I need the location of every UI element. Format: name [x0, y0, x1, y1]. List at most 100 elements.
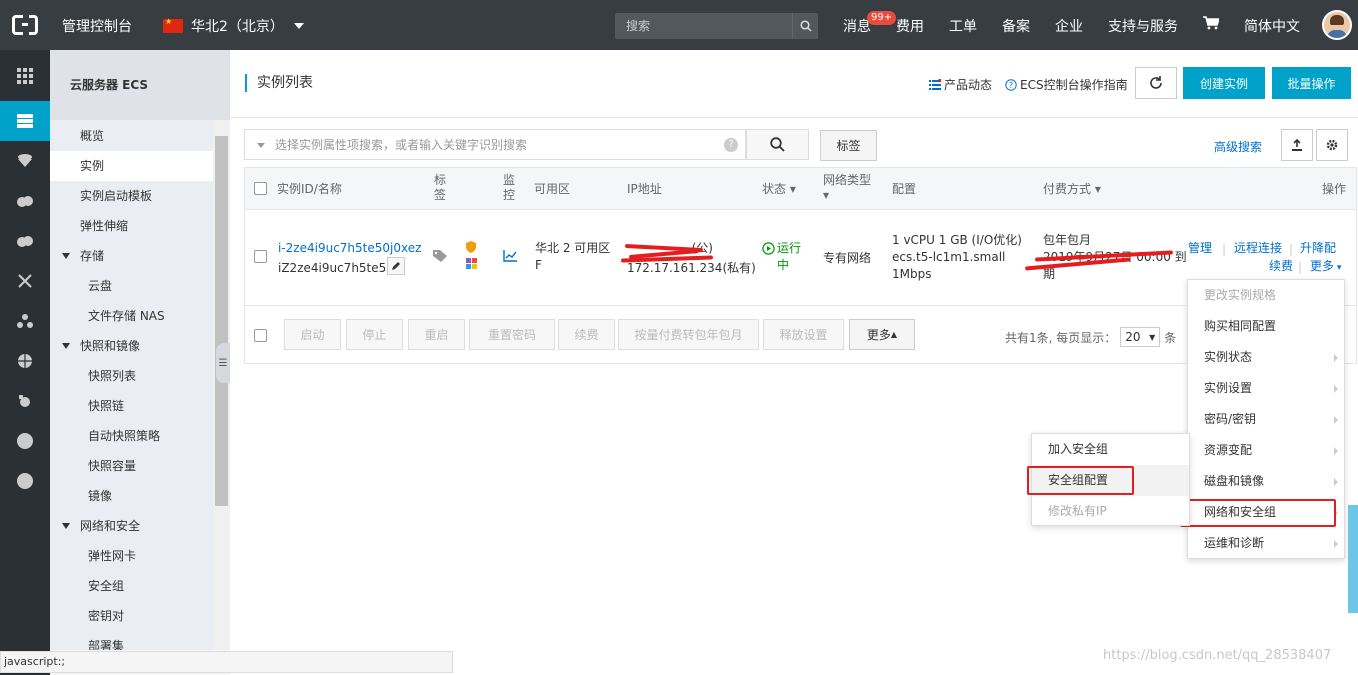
advanced-search-link[interactable]: 高级搜索: [1214, 138, 1262, 155]
remote-connect-link[interactable]: 远程连接: [1234, 240, 1282, 257]
puzzle-icon[interactable]: [465, 257, 479, 274]
tickets-link[interactable]: 工单: [949, 16, 977, 36]
region-selector[interactable]: 华北2（北京）: [163, 16, 304, 36]
network-icon[interactable]: [0, 261, 50, 301]
settings-button[interactable]: [1316, 129, 1348, 161]
cart-icon[interactable]: [1203, 16, 1221, 36]
col-billing[interactable]: 付费方式 ▾: [1043, 182, 1101, 197]
menu-item-auto-snapshot[interactable]: 自动快照策略: [50, 421, 213, 451]
product-news-link[interactable]: 产品动态: [929, 76, 992, 93]
menu-item-security-groups[interactable]: 安全组: [50, 571, 213, 601]
fees-link[interactable]: 费用: [896, 16, 924, 36]
tag-icon[interactable]: [433, 250, 447, 265]
circle-icon[interactable]: [0, 461, 50, 501]
menu-item-instances[interactable]: 实例: [50, 151, 213, 181]
export-button[interactable]: [1281, 129, 1313, 161]
help-icon[interactable]: ?: [724, 138, 738, 152]
more-actions-link[interactable]: 更多 ▾: [1310, 258, 1341, 277]
security-shield-icon[interactable]: [464, 240, 478, 257]
status-value: 运行中: [777, 241, 802, 272]
manage-link[interactable]: 管理: [1188, 240, 1212, 257]
menu-change-spec[interactable]: 更改实例规格: [1188, 280, 1344, 311]
chevron-right-icon: [1334, 416, 1338, 424]
menu-item-launch-templates[interactable]: 实例启动模板: [50, 181, 213, 211]
select-all-checkbox[interactable]: [254, 182, 267, 195]
console-guide-link[interactable]: ? ECS控制台操作指南: [1005, 76, 1128, 93]
menu-item-disks[interactable]: 云盘: [50, 271, 213, 301]
menu-item-images[interactable]: 镜像: [50, 481, 213, 511]
menu-item-keypairs[interactable]: 密钥对: [50, 601, 213, 631]
menu-item-snapshot-capacity[interactable]: 快照容量: [50, 451, 213, 481]
cloud-upload-icon[interactable]: [0, 221, 50, 261]
cluster-icon[interactable]: [0, 301, 50, 341]
batch-operations-button[interactable]: 批量操作: [1272, 67, 1351, 99]
menu-group-snapshots[interactable]: 快照和镜像: [50, 331, 213, 361]
menu-ops-diagnosis[interactable]: 运维和诊断: [1188, 528, 1344, 559]
globe-icon[interactable]: [0, 341, 50, 381]
instance-search-input[interactable]: [275, 130, 715, 159]
menu-group-storage[interactable]: 存储: [50, 241, 213, 271]
edit-name-icon[interactable]: [387, 257, 405, 275]
menu-group-network[interactable]: 网络和安全: [50, 511, 213, 541]
circle-icon[interactable]: [0, 421, 50, 461]
col-ops: 操作: [1322, 182, 1347, 196]
filing-link[interactable]: 备案: [1002, 16, 1030, 36]
search-icon[interactable]: [792, 13, 818, 39]
aliyun-logo-icon[interactable]: [12, 14, 38, 38]
col-status[interactable]: 状态 ▾: [762, 182, 796, 197]
enterprise-link[interactable]: 企业: [1055, 16, 1083, 36]
menu-instance-status[interactable]: 实例状态: [1188, 342, 1344, 373]
refresh-button[interactable]: [1135, 67, 1177, 99]
grid-icon[interactable]: [0, 56, 50, 96]
menu-resource-change[interactable]: 资源变配: [1188, 435, 1344, 466]
feedback-tab[interactable]: [1348, 505, 1358, 613]
restart-button[interactable]: 重启: [408, 319, 465, 350]
menu-item-autoscaling[interactable]: 弹性伸缩: [50, 211, 213, 241]
page-size-select[interactable]: 20 ▼: [1120, 327, 1161, 347]
row-checkbox[interactable]: [254, 250, 267, 263]
more-button[interactable]: 更多 ▲: [849, 319, 915, 350]
renew-button[interactable]: 续费: [558, 319, 615, 350]
chevron-down-icon[interactable]: [257, 143, 265, 148]
col-net-type[interactable]: 网络类型 ▾: [823, 173, 871, 203]
convert-billing-button[interactable]: 按量付费转包年包月: [618, 319, 759, 350]
renew-link[interactable]: 续费: [1269, 258, 1293, 275]
user-avatar[interactable]: [1322, 10, 1352, 40]
menu-join-security-group[interactable]: 加入安全组: [1032, 434, 1189, 465]
menu-item-deployment-sets[interactable]: 部署集: [50, 631, 213, 650]
reset-password-button[interactable]: 重置密码: [469, 319, 555, 350]
menu-buy-same-config[interactable]: 购买相同配置: [1188, 311, 1344, 342]
footer-select-all-checkbox[interactable]: [254, 329, 267, 342]
create-instance-button[interactable]: 创建实例: [1183, 67, 1265, 99]
search-icon: [770, 137, 785, 152]
search-button[interactable]: [746, 129, 809, 160]
instance-id-link[interactable]: i-2ze4i9uc7h5te50j0xez: [278, 240, 421, 257]
menu-item-nas[interactable]: 文件存储 NAS: [50, 301, 213, 331]
menu-item-eni[interactable]: 弹性网卡: [50, 541, 213, 571]
upgrade-link[interactable]: 升降配: [1300, 240, 1336, 257]
side-menu-scroll-thumb[interactable]: [215, 136, 228, 506]
global-search-input[interactable]: [615, 13, 791, 39]
page-title: 实例列表: [245, 74, 313, 92]
gear-icon[interactable]: [0, 381, 50, 421]
menu-item-overview[interactable]: 概览: [50, 121, 213, 151]
collapse-menu-icon[interactable]: ☰: [216, 343, 230, 383]
messages-badge: 99+: [867, 11, 897, 25]
menu-item-snapshot-chain[interactable]: 快照链: [50, 391, 213, 421]
cloud-icon[interactable]: [0, 181, 50, 221]
menu-modify-private-ip[interactable]: 修改私有IP: [1032, 496, 1189, 527]
language-switch[interactable]: 简体中文: [1244, 16, 1300, 36]
monitor-chart-icon[interactable]: [503, 250, 517, 265]
menu-disk-image[interactable]: 磁盘和镜像: [1188, 466, 1344, 497]
start-button[interactable]: 启动: [284, 319, 341, 350]
console-link[interactable]: 管理控制台: [62, 16, 132, 36]
menu-instance-settings[interactable]: 实例设置: [1188, 373, 1344, 404]
server-icon[interactable]: [0, 101, 50, 141]
support-link[interactable]: 支持与服务: [1108, 16, 1178, 36]
menu-item-snapshot-list[interactable]: 快照列表: [50, 361, 213, 391]
database-icon[interactable]: [0, 141, 50, 181]
stop-button[interactable]: 停止: [346, 319, 403, 350]
release-settings-button[interactable]: 释放设置: [763, 319, 844, 350]
tag-filter-button[interactable]: 标签: [820, 130, 877, 161]
menu-password-key[interactable]: 密码/密钥: [1188, 404, 1344, 435]
